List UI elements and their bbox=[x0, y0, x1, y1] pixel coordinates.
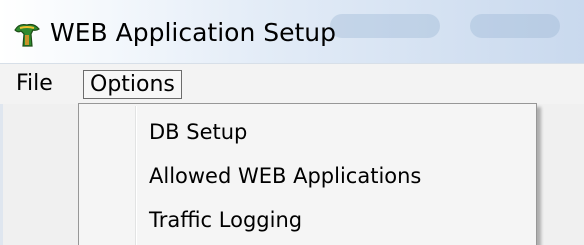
menu-item-traffic-logging[interactable]: Traffic Logging bbox=[81, 199, 533, 241]
window-title: WEB Application Setup bbox=[50, 18, 337, 47]
menu-item-label: Allowed WEB Applications bbox=[149, 164, 422, 188]
menu-bar: File Options bbox=[0, 63, 584, 104]
menu-options[interactable]: Options bbox=[83, 70, 182, 99]
menu-item-allowed-web-applications[interactable]: Allowed WEB Applications bbox=[81, 155, 533, 197]
menu-item-label: DB Setup bbox=[149, 120, 248, 144]
titlebar-glass-highlight bbox=[330, 14, 440, 38]
application-window: WEB Application Setup File Options DB Se… bbox=[0, 0, 584, 245]
options-dropdown-menu: DB Setup Allowed WEB Applications Traffi… bbox=[78, 103, 537, 245]
menu-item-label: Traffic Logging bbox=[149, 208, 303, 232]
title-bar[interactable]: WEB Application Setup bbox=[0, 0, 584, 63]
menu-file[interactable]: File bbox=[16, 70, 53, 99]
menu-item-db-setup[interactable]: DB Setup bbox=[81, 111, 533, 153]
titlebar-glass-highlight bbox=[470, 14, 560, 38]
app-logo-icon bbox=[14, 23, 40, 47]
window-left-border bbox=[0, 104, 3, 245]
